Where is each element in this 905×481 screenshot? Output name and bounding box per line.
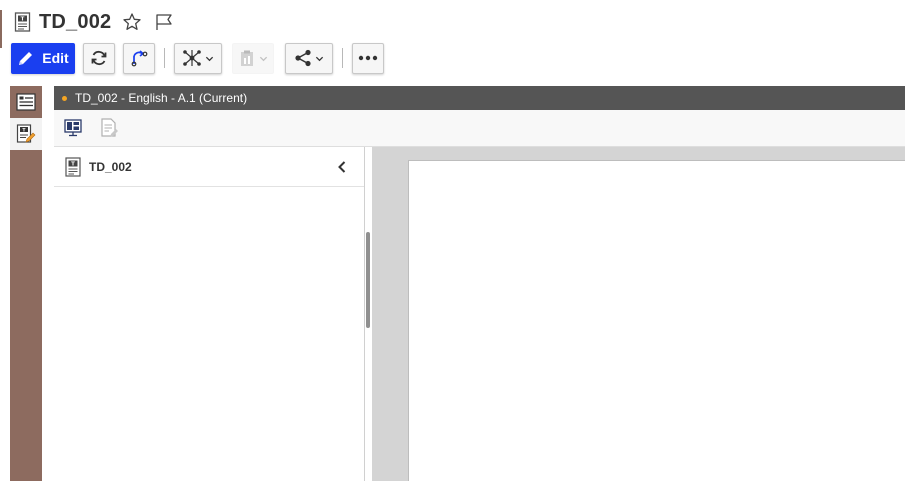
refresh-icon xyxy=(91,50,107,66)
clipboard-menu-button[interactable] xyxy=(232,42,274,74)
revise-icon xyxy=(131,50,148,67)
structure-icon xyxy=(183,50,201,66)
properties-tab[interactable] xyxy=(10,86,42,118)
status-dot xyxy=(62,95,67,101)
left-accent-bar xyxy=(0,10,2,48)
edit-button[interactable]: Edit xyxy=(11,42,75,74)
chevron-down-icon xyxy=(205,56,214,61)
document-type-icon: T xyxy=(65,156,81,177)
document-toolbar xyxy=(54,110,905,147)
svg-text:T: T xyxy=(21,17,25,23)
toolbar-separator xyxy=(342,48,343,68)
more-icon xyxy=(358,55,378,61)
tree-root-label: TD_002 xyxy=(89,159,132,174)
chevron-down-icon xyxy=(315,56,324,61)
collapse-panel-button[interactable] xyxy=(332,157,352,177)
page-title: TD_002 xyxy=(39,10,112,33)
document-tab-title: TD_002 - English - A.1 (Current) xyxy=(75,91,248,105)
revise-button[interactable] xyxy=(123,42,155,74)
flag-icon[interactable] xyxy=(153,11,175,33)
pencil-icon xyxy=(19,52,33,65)
tree-root-item[interactable]: T TD_002 xyxy=(54,147,364,187)
document-tab-header[interactable]: TD_002 - English - A.1 (Current) xyxy=(54,86,905,110)
document-edit-tab-icon: T xyxy=(16,124,36,143)
refresh-button[interactable] xyxy=(83,42,115,74)
share-menu-button[interactable] xyxy=(285,42,333,74)
presentation-icon xyxy=(64,119,82,137)
svg-text:T: T xyxy=(71,161,75,167)
clipboard-icon xyxy=(241,50,253,66)
document-preview-area xyxy=(372,147,905,481)
document-workspace: TD_002 - English - A.1 (Current) T TD_00… xyxy=(54,86,905,481)
toolbar-separator xyxy=(164,48,165,68)
chevron-down-icon xyxy=(259,56,268,61)
structure-tree-panel: T TD_002 xyxy=(54,147,365,481)
document-edit-tab[interactable]: T xyxy=(10,118,42,150)
document-edit-icon xyxy=(101,118,118,137)
share-icon xyxy=(295,49,311,67)
star-icon[interactable] xyxy=(121,11,143,33)
presentation-view-button[interactable] xyxy=(62,117,84,139)
tree-scrollbar[interactable] xyxy=(366,232,370,328)
document-page xyxy=(408,160,905,481)
edit-button-label: Edit xyxy=(42,50,69,66)
more-actions-button[interactable] xyxy=(352,42,384,74)
chevron-left-icon xyxy=(338,161,346,173)
properties-tab-icon xyxy=(16,93,36,111)
edit-document-button[interactable] xyxy=(98,117,120,139)
page-header: T TD_002 xyxy=(14,9,175,35)
main-toolbar: Edit xyxy=(11,42,384,74)
document-type-icon: T xyxy=(14,12,32,32)
structure-menu-button[interactable] xyxy=(174,42,222,74)
